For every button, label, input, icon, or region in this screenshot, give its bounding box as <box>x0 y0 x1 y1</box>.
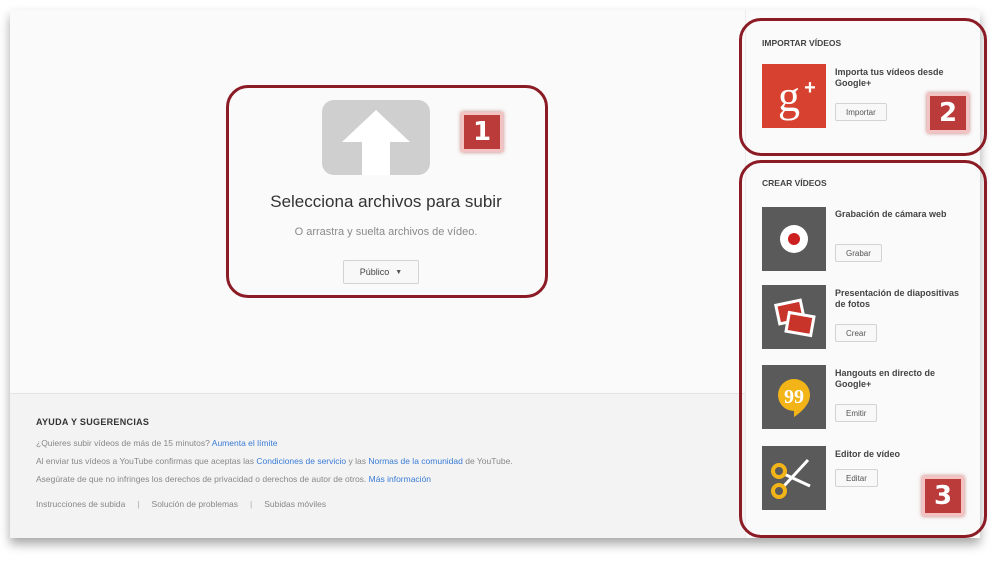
increase-limit-link[interactable]: Aumenta el límite <box>212 438 278 448</box>
callout-badge-3: 3 <box>922 476 964 516</box>
help-title: AYUDA Y SUGERENCIAS <box>36 417 150 427</box>
upload-instructions-link[interactable]: Instrucciones de subida <box>36 499 125 509</box>
callout-badge-1: 1 <box>461 112 503 152</box>
more-info-link[interactable]: Más información <box>369 474 431 484</box>
help-line-2-text-c: de YouTube. <box>465 456 513 466</box>
help-line-1-text: ¿Quieres subir vídeos de más de 15 minut… <box>36 438 210 448</box>
help-line-3-text: Asegúrate de que no infringes los derech… <box>36 474 367 484</box>
help-line-2: Al enviar tus vídeos a YouTube confirmas… <box>36 456 513 466</box>
help-line-2-text-b: y las <box>348 456 366 466</box>
troubleshooting-link[interactable]: Solución de problemas <box>152 499 238 509</box>
callout-box-import <box>739 18 987 156</box>
mobile-uploads-link[interactable]: Subidas móviles <box>264 499 326 509</box>
help-links: Instrucciones de subida | Solución de pr… <box>36 499 326 509</box>
youtube-upload-page: Selecciona archivos para subir O arrastr… <box>0 0 991 567</box>
terms-of-service-link[interactable]: Condiciones de servicio <box>256 456 346 466</box>
help-line-1: ¿Quieres subir vídeos de más de 15 minut… <box>36 438 277 448</box>
link-separator: | <box>250 499 253 509</box>
callout-badge-2: 2 <box>927 93 969 133</box>
community-guidelines-link[interactable]: Normas de la comunidad <box>368 456 463 466</box>
link-separator: | <box>137 499 140 509</box>
help-line-3: Asegúrate de que no infringes los derech… <box>36 474 431 484</box>
help-line-2-text-a: Al enviar tus vídeos a YouTube confirmas… <box>36 456 254 466</box>
